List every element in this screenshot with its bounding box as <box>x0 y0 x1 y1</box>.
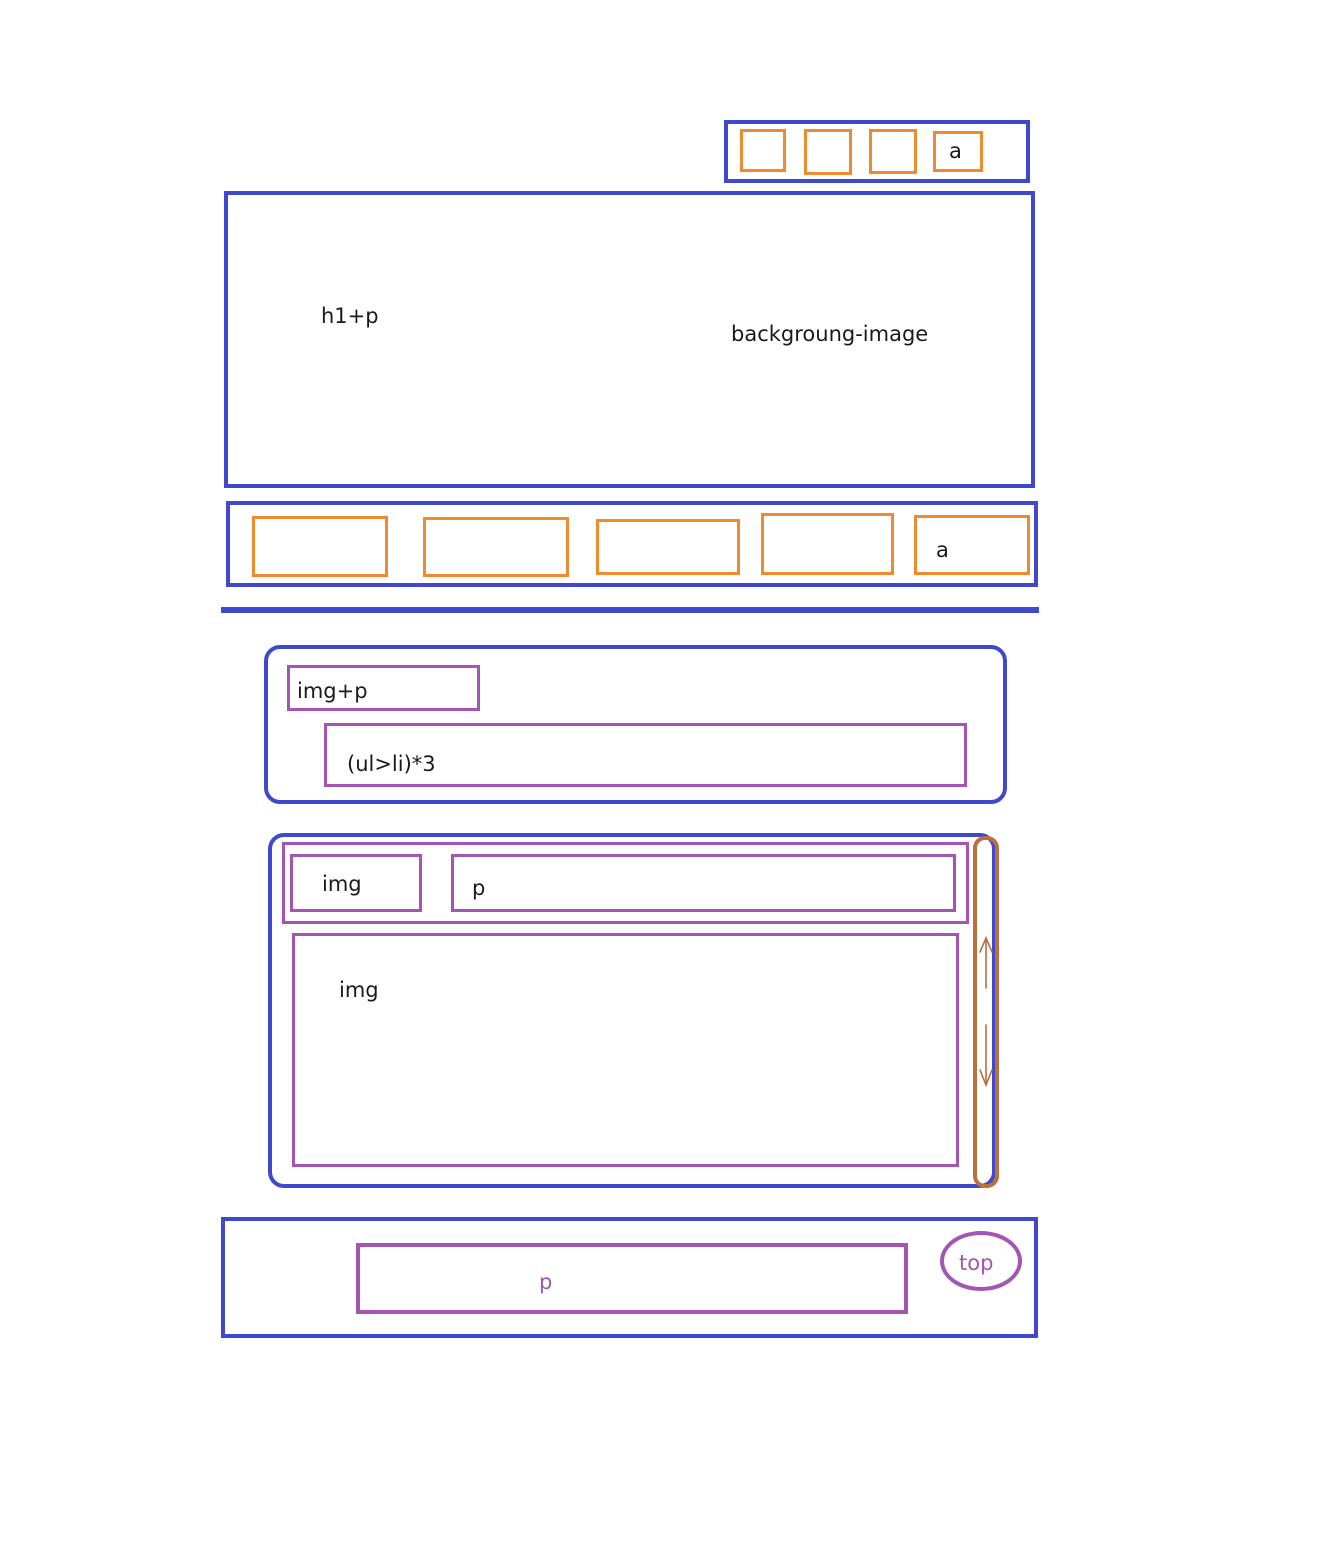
footer-text-box <box>356 1243 908 1314</box>
top-nav-link-2[interactable] <box>804 129 852 175</box>
section-two-thumb-label: img <box>322 872 362 896</box>
banner-background-label: backgroung-image <box>731 322 929 346</box>
section-one-title-label: img+p <box>297 679 368 703</box>
divider-line <box>221 607 1039 613</box>
up-down-arrow-icon <box>979 935 993 1088</box>
menu-item-label: a <box>936 538 949 562</box>
section-two-image-box <box>292 933 959 1167</box>
section-two-text-label: p <box>472 876 486 900</box>
section-one-list-label: (ul>li)*3 <box>347 752 436 776</box>
menu-item-1[interactable] <box>252 516 388 577</box>
menu-item-4[interactable] <box>761 513 894 575</box>
menu-item-5[interactable] <box>914 515 1030 575</box>
menu-item-3[interactable] <box>596 519 740 575</box>
back-to-top-label: top <box>959 1251 994 1275</box>
top-nav-link-1[interactable] <box>740 129 786 172</box>
banner-heading-label: h1+p <box>321 304 379 328</box>
top-nav-link-label: a <box>949 139 962 163</box>
section-two-text-box <box>451 854 956 912</box>
section-two-image-label: img <box>339 978 379 1002</box>
top-nav-link-3[interactable] <box>869 129 917 174</box>
menu-item-2[interactable] <box>423 517 569 577</box>
footer-text-label: p <box>539 1270 553 1294</box>
